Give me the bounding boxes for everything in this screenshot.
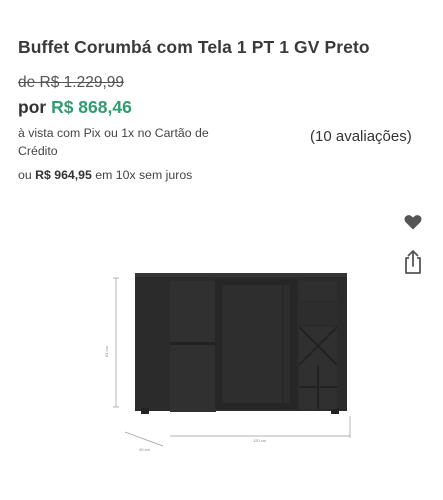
dimension-height-label: 81 cm (104, 345, 109, 357)
installments-suffix: em 10x sem juros (91, 168, 193, 182)
share-icon[interactable] (402, 249, 424, 275)
product-title: Buffet Corumbá com Tela 1 PT 1 GV Preto (18, 37, 370, 57)
old-price: de R$ 1.229,99 (18, 74, 125, 91)
price-line: por R$ 868,46 (18, 97, 132, 118)
reviews-link[interactable]: (10 avaliações) (310, 128, 412, 145)
product-image: 81 cm 40 cm 120 cm (104, 273, 351, 452)
payment-note: à vista com Pix ou 1x no Cartão de Crédi… (18, 126, 209, 158)
heart-icon[interactable] (403, 212, 423, 232)
dimension-depth-label: 40 cm (139, 447, 151, 452)
price-prefix: por (18, 97, 52, 117)
installments-total: R$ 964,95 (35, 168, 92, 182)
installments-prefix: ou (18, 168, 36, 182)
dimension-width-label: 120 cm (253, 438, 267, 443)
current-price: R$ 868,46 (51, 97, 132, 117)
installments-info: ou R$ 964,95 em 10x sem juros (18, 168, 192, 182)
